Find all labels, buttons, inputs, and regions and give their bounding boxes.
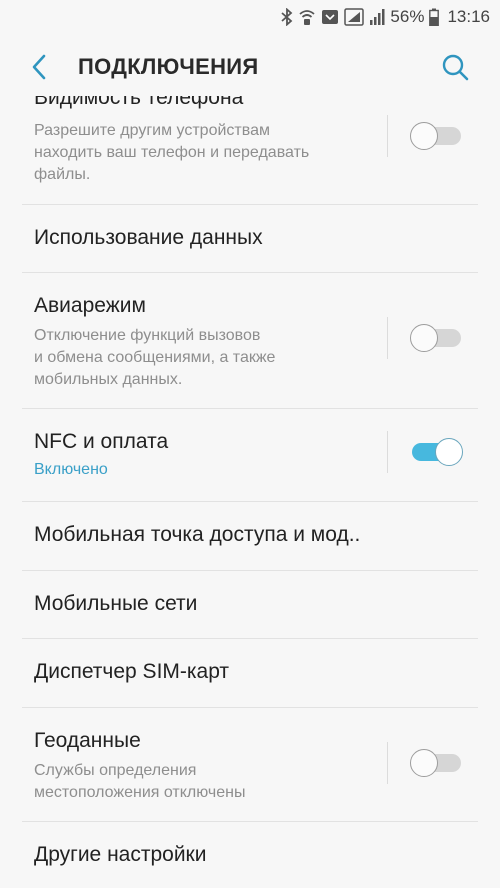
list-item-more-settings[interactable]: Другие настройки: [0, 822, 500, 888]
wifi-calling-icon: [298, 8, 316, 26]
back-button[interactable]: [24, 52, 54, 82]
item-status: Включено: [34, 461, 108, 478]
bluetooth-icon: [281, 8, 293, 26]
item-title: Использование данных: [34, 226, 263, 249]
back-arrow-icon: [32, 54, 46, 80]
list-item-mobile-hotspot[interactable]: Мобильная точка доступа и мод..: [0, 502, 500, 570]
item-title: Другие настройки: [34, 843, 207, 866]
list-item-nfc-payment[interactable]: NFC и оплата Включено: [0, 409, 500, 501]
item-title: Диспетчер SIM-карт: [34, 660, 230, 683]
list-item-airplane-mode[interactable]: Авиарежим Отключение функций вызовов и о…: [0, 273, 500, 408]
item-subtitle: Службы определения местоположения отключ…: [34, 762, 246, 801]
signal-icon: [369, 8, 385, 26]
item-title: Мобильная точка доступа и мод..: [34, 523, 361, 546]
item-title: Мобильные сети: [34, 592, 198, 615]
airplane-mode-toggle[interactable]: [410, 324, 463, 352]
app-bar: ПОДКЛЮЧЕНИЯ: [0, 34, 500, 96]
phone-visibility-toggle[interactable]: [410, 122, 463, 150]
list-item-location[interactable]: Геоданные Службы определения местоположе…: [0, 708, 500, 821]
item-title: NFC и оплата: [34, 430, 169, 453]
list-item-sim-manager[interactable]: Диспетчер SIM-карт: [0, 639, 500, 707]
divider-vertical: [387, 317, 388, 359]
divider-vertical: [387, 115, 388, 157]
battery-icon: [429, 8, 440, 26]
list-item-data-usage[interactable]: Использование данных: [0, 205, 500, 272]
message-icon: [321, 8, 339, 26]
divider-vertical: [387, 431, 388, 473]
sim1-signal-icon: [344, 8, 365, 26]
nfc-toggle[interactable]: [410, 438, 463, 466]
item-title: Авиарежим: [34, 294, 146, 317]
item-subtitle: Отключение функций вызовов и обмена сооб…: [34, 327, 276, 388]
battery-percent: 56%: [390, 7, 425, 26]
page-title: ПОДКЛЮЧЕНИЯ: [78, 54, 259, 79]
item-title: Видимость телефона: [34, 96, 244, 109]
search-button[interactable]: [440, 52, 470, 82]
item-subtitle: Разрешите другим устройствам находить ва…: [34, 122, 310, 183]
list-item-phone-visibility[interactable]: Видимость телефона Разрешите другим устр…: [0, 96, 500, 204]
location-toggle[interactable]: [410, 749, 463, 777]
list-item-mobile-networks[interactable]: Мобильные сети: [0, 571, 500, 638]
search-icon: [442, 54, 469, 81]
item-title: Геоданные: [34, 729, 141, 752]
status-bar: 56% 13:16: [0, 0, 500, 34]
status-time: 13:16: [447, 7, 490, 26]
settings-list: Видимость телефона Разрешите другим устр…: [0, 96, 500, 888]
divider-vertical: [387, 742, 388, 784]
